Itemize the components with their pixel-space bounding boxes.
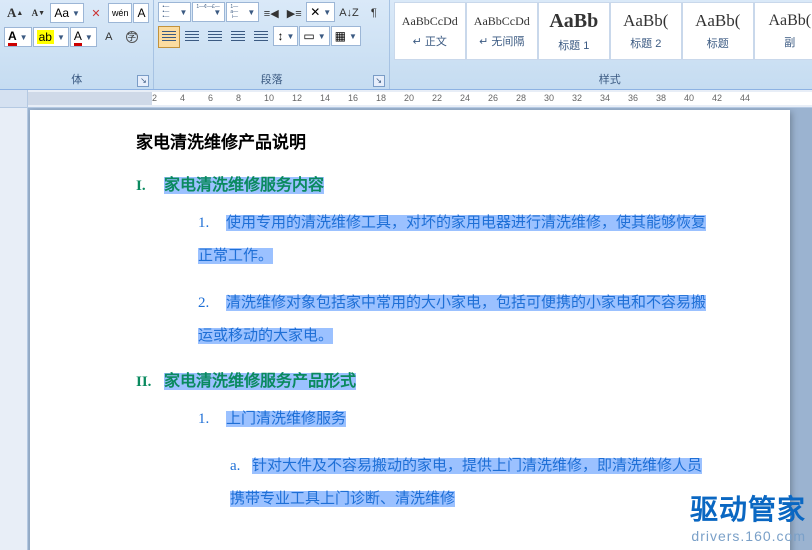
ruler-number: 26	[488, 93, 498, 103]
bullets-icon	[162, 5, 176, 19]
ruler-number: 8	[236, 93, 241, 103]
increase-indent-button[interactable]: ▶≡	[283, 2, 305, 24]
ruler-number: 12	[292, 93, 302, 103]
ruler-number: 20	[404, 93, 414, 103]
font-group-label: 体	[71, 74, 82, 86]
style-sample: AaBb(	[768, 12, 811, 30]
shrink-font-button[interactable]: A▼	[27, 2, 49, 24]
borders-dropdown[interactable]: ▦▼	[331, 26, 361, 46]
ruler-number: 36	[628, 93, 638, 103]
numbering-dropdown[interactable]: ▼	[192, 2, 225, 22]
ruler-number: 4	[180, 93, 185, 103]
enclose-char-button[interactable]: 字	[121, 26, 143, 48]
ruler-number: 14	[320, 93, 330, 103]
char-border-button[interactable]: A	[133, 3, 149, 23]
ruler-number: 24	[460, 93, 470, 103]
style-label: 标题	[707, 35, 729, 51]
ruler-number: 18	[376, 93, 386, 103]
ruler-number: 10	[264, 93, 274, 103]
style-sample: AaBb(	[695, 11, 740, 31]
style-item[interactable]: AaBbCcDd ↵ 无间隔	[466, 2, 538, 60]
align-justify-button[interactable]	[227, 26, 249, 48]
section-heading: I.家电清洗维修服务内容	[136, 171, 710, 195]
show-marks-button[interactable]: ¶	[363, 2, 385, 24]
list-item: 1.使用专用的清洗维修工具，对坏的家用电器进行清洗维修，使其能够恢复正常工作。	[198, 207, 710, 273]
ruler-number: 38	[656, 93, 666, 103]
multilevel-dropdown[interactable]: ▼	[226, 2, 259, 22]
shading-dropdown[interactable]: ▭▼	[299, 26, 329, 46]
ruler-number: 40	[684, 93, 694, 103]
line-spacing-dropdown[interactable]: ↕▼	[273, 26, 298, 46]
page[interactable]: 家电清洗维修产品说明 I.家电清洗维修服务内容 1.使用专用的清洗维修工具，对坏的家…	[30, 110, 790, 550]
style-label: 标题 1	[558, 37, 589, 53]
style-item[interactable]: AaBb 标题 1	[538, 2, 610, 60]
pinyin-guide-button[interactable]: wén	[108, 3, 133, 23]
horizontal-ruler[interactable]: 2468101214161820222426283032343638404244	[28, 92, 812, 105]
doc-title: 家电清洗维修产品说明	[136, 128, 710, 153]
style-label: 标题 2	[630, 35, 661, 51]
change-case-dropdown[interactable]: Aa▼	[50, 3, 84, 23]
ruler-number: 30	[544, 93, 554, 103]
align-center-button[interactable]	[181, 26, 203, 48]
style-sample: AaBbCcDd	[402, 14, 458, 29]
decrease-indent-button[interactable]: ≡◀	[260, 2, 282, 24]
ribbon: A▲ A▼ Aa▼ ✕ wén A A▼ ab▼ A▼ A 字 体 ↘ ▼ ▼ ▼	[0, 0, 812, 90]
document-area: 家电清洗维修产品说明 I.家电清洗维修服务内容 1.使用专用的清洗维修工具，对坏的家…	[0, 108, 812, 550]
highlight-dropdown[interactable]: ab▼	[33, 27, 69, 47]
char-shading-button[interactable]: A	[98, 26, 120, 48]
font-group: A▲ A▼ Aa▼ ✕ wén A A▼ ab▼ A▼ A 字 体 ↘	[0, 0, 154, 89]
ruler-number: 32	[572, 93, 582, 103]
grow-font-button[interactable]: A▲	[4, 2, 26, 24]
font-launcher-icon[interactable]: ↘	[137, 75, 149, 87]
ruler: 2468101214161820222426283032343638404244	[0, 90, 812, 108]
styles-gallery[interactable]: AaBbCcDd ↵ 正文 AaBbCcDd ↵ 无间隔 AaBb 标题 1 AaBb( 标题…	[394, 2, 812, 69]
ruler-number: 28	[516, 93, 526, 103]
ruler-number: 42	[712, 93, 722, 103]
ruler-number: 44	[740, 93, 750, 103]
sort-button[interactable]: A↓Z	[336, 2, 362, 24]
align-right-button[interactable]	[204, 26, 226, 48]
style-sample: AaBb(	[623, 11, 668, 31]
ruler-number: 34	[600, 93, 610, 103]
font-color-dropdown[interactable]: A▼	[70, 27, 97, 47]
numbering-icon	[196, 5, 210, 19]
list-item: 1.上门清洗维修服务	[198, 403, 710, 436]
style-item[interactable]: AaBb( 标题 2	[610, 2, 682, 60]
style-label: ↵ 正文	[413, 33, 447, 49]
style-item[interactable]: AaBb( 标题	[682, 2, 754, 60]
align-distribute-button[interactable]	[250, 26, 272, 48]
paragraph-group: ▼ ▼ ▼ ≡◀ ▶≡ ✕▼ A↓Z ¶ ↕▼ ▭▼ ▦▼ 段落 ↘	[154, 0, 389, 89]
styles-group: AaBbCcDd ↵ 正文 AaBbCcDd ↵ 无间隔 AaBb 标题 1 AaBb( 标题…	[390, 0, 812, 89]
style-label: 副	[784, 34, 795, 50]
section-heading: II.家电清洗维修服务产品形式	[136, 367, 710, 391]
ruler-number: 2	[152, 93, 157, 103]
style-item[interactable]: AaBbCcDd ↵ 正文	[394, 2, 466, 60]
multilevel-icon	[230, 5, 244, 19]
list-item: 2.清洗维修对象包括家中常用的大小家电，包括可便携的小家电和不容易搬运或移动的大…	[198, 287, 710, 353]
ruler-number: 22	[432, 93, 442, 103]
ruler-number: 16	[348, 93, 358, 103]
paragraph-launcher-icon[interactable]: ↘	[373, 75, 385, 87]
clear-format-button[interactable]: ✕	[85, 2, 107, 24]
style-sample: AaBb	[549, 10, 598, 33]
ruler-number: 6	[208, 93, 213, 103]
style-sample: AaBbCcDd	[474, 14, 530, 29]
vertical-ruler[interactable]	[0, 108, 28, 550]
style-item[interactable]: AaBb( 副	[754, 2, 812, 60]
style-label: ↵ 无间隔	[479, 33, 524, 49]
font-color2-dropdown[interactable]: A▼	[4, 27, 32, 47]
sub-list-item: a.针对大件及不容易搬动的家电，提供上门清洗维修，即清洗维修人员携带专业工具上门…	[230, 450, 710, 516]
styles-group-label: 样式	[599, 74, 621, 86]
bullets-dropdown[interactable]: ▼	[158, 2, 191, 22]
paragraph-group-label: 段落	[261, 74, 283, 86]
ltr-button[interactable]: ✕▼	[306, 2, 335, 22]
align-left-button[interactable]	[158, 26, 180, 48]
